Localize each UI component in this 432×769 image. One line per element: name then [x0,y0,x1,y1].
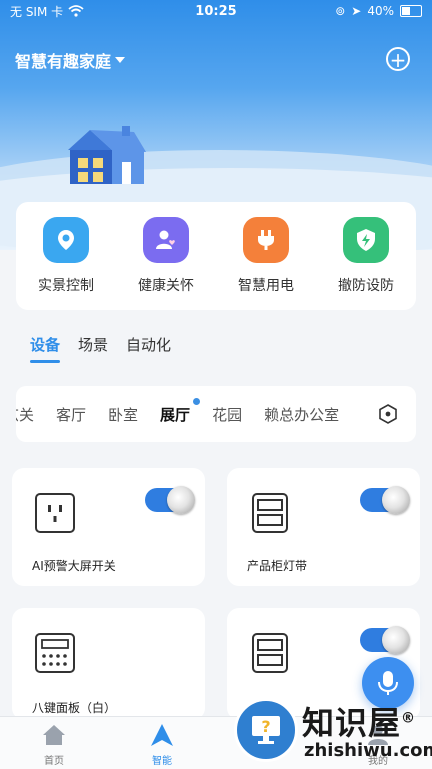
tab-home[interactable]: 首页 [24,723,84,767]
room-tab[interactable]: 卧室 [108,404,138,425]
device-name: AI预警大屏开关 [32,559,116,573]
hexagon-settings-icon[interactable] [378,404,398,424]
device-name: 产品柜灯带 [247,559,308,573]
home-selector[interactable]: 智慧有趣家庭 [15,48,126,72]
content-tabs: 设备 场景 自动化 [30,334,171,363]
power-toggle[interactable] [145,486,195,514]
quick-actions-panel: 实景控制 健康关怀 智慧用电 撤防设防 [16,202,416,310]
location-pin-icon [43,217,89,263]
device-card[interactable]: 八键面板（白） [12,608,205,720]
carrier-text: 无 SIM 卡 [10,4,64,19]
wifi-icon [68,5,84,17]
quick-action-scene-control[interactable]: 实景控制 [20,217,112,295]
question-monitor-icon: ? [234,698,298,762]
house-illustration [68,126,146,184]
toggle-knob [382,486,410,514]
quick-action-power[interactable]: 智慧用电 [220,217,312,295]
rotation-lock-icon: ⊚ [335,4,346,18]
toggle-knob [167,486,195,514]
triangle-nav-icon [151,724,173,746]
device-name: 八键面板（白） [32,701,117,715]
watermark: ? 知识屋® zhishiwu.com [232,696,432,768]
unread-dot [193,397,201,405]
watermark-title: 知识屋® [302,698,416,744]
cabinet-icon [252,493,288,533]
tab-smart[interactable]: 智能 [132,723,192,767]
battery-percent: 40% [367,4,394,18]
power-toggle[interactable] [360,626,410,654]
room-tab[interactable]: 花园 [212,404,242,425]
person-heart-icon [143,217,189,263]
device-card[interactable]: 产品柜灯带 [227,468,420,586]
plug-icon [243,217,289,263]
microphone-icon [378,671,398,695]
quick-action-label: 实景控制 [38,278,94,294]
caret-down-icon [115,57,126,63]
registered-mark: ® [401,710,417,727]
room-tab-label: 展厅 [160,405,191,424]
home-icon [43,725,65,745]
cabinet-icon [252,633,288,673]
status-bar: 无 SIM 卡 10:25 ⊚ ➤ 40% [0,0,432,22]
tab-automation[interactable]: 自动化 [126,334,171,355]
toggle-knob [382,626,410,654]
battery-icon [400,5,422,17]
quick-action-label: 智慧用电 [238,278,294,294]
tab-scenes[interactable]: 场景 [78,334,108,355]
tab-label: 首页 [44,756,64,767]
add-button[interactable]: + [386,47,410,71]
room-selector: 玄关 客厅 卧室 展厅 花园 赖总办公室 [16,386,416,442]
quick-action-arm[interactable]: 撤防设防 [320,217,412,295]
shield-bolt-icon [343,217,389,263]
watermark-url: zhishiwu.com [304,740,432,761]
home-name: 智慧有趣家庭 [15,52,112,71]
svg-text:?: ? [261,717,270,736]
room-tab-active[interactable]: 展厅 [160,397,201,425]
room-tab[interactable]: 客厅 [56,404,86,425]
quick-action-health[interactable]: 健康关怀 [120,217,212,295]
room-tab[interactable]: 赖总办公室 [264,404,339,425]
power-toggle[interactable] [360,486,410,514]
quick-action-label: 撤防设防 [338,278,394,294]
watermark-title-text: 知识屋 [302,704,402,742]
socket-icon [35,493,75,533]
plus-icon: + [389,48,407,72]
tab-devices[interactable]: 设备 [30,334,61,363]
location-arrow-icon: ➤ [351,4,362,18]
tab-label: 智能 [152,756,172,767]
device-card[interactable]: AI预警大屏开关 [12,468,205,586]
room-tab[interactable]: 玄关 [16,404,34,425]
quick-action-label: 健康关怀 [138,278,194,294]
keypad-icon [35,633,75,673]
